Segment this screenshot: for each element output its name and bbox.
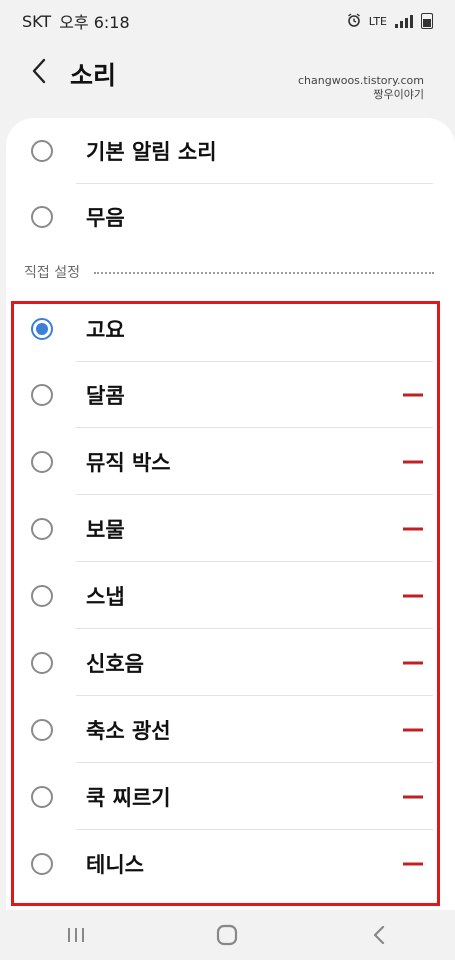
divider (76, 829, 433, 830)
radio-button[interactable] (31, 719, 53, 741)
radio-button-selected[interactable] (31, 318, 53, 340)
sound-list-sheet: 기본 알림 소리 무음 직접 설정 고요 달콤 뮤직 박스 보물 스냅 신호음 … (6, 118, 455, 910)
radio-button[interactable] (31, 140, 53, 162)
watermark-url: changwoos.tistory.com (298, 74, 424, 87)
sound-option-label: 테니스 (86, 853, 144, 877)
remove-icon[interactable] (403, 393, 423, 397)
page-title: 소리 (70, 61, 117, 90)
sound-option-silent[interactable]: 무음 (6, 184, 455, 250)
divider (76, 494, 433, 495)
sound-option-custom[interactable]: 스냅 (6, 563, 455, 629)
radio-button[interactable] (31, 451, 53, 473)
divider (76, 561, 433, 562)
dotted-divider (93, 272, 434, 274)
home-button[interactable] (207, 915, 247, 955)
sound-option-label: 기본 알림 소리 (86, 140, 217, 164)
recent-apps-button[interactable] (56, 915, 96, 955)
back-button[interactable] (25, 57, 53, 85)
chevron-left-icon (374, 925, 385, 945)
clock: 오후 6:18 (59, 13, 130, 32)
sound-option-label: 무음 (86, 206, 125, 230)
remove-icon[interactable] (403, 661, 423, 665)
app-header: 소리 changwoos.tistory.com 짱우이야기 (0, 42, 455, 116)
divider (76, 762, 433, 763)
sound-option-custom[interactable]: 테니스 (6, 831, 455, 897)
section-label: 직접 설정 (24, 265, 80, 281)
sound-option-label: 쿡 찌르기 (86, 786, 171, 810)
sound-option-label: 신호음 (86, 652, 144, 676)
sound-option-custom[interactable]: 뮤직 박스 (6, 429, 455, 495)
recents-icon (67, 928, 84, 942)
navigation-bar (0, 910, 455, 960)
divider (76, 427, 433, 428)
status-bar: SKT 오후 6:18 LTE (0, 0, 455, 42)
sound-option-label: 고요 (86, 318, 125, 342)
sound-option-label: 보물 (86, 518, 125, 542)
nav-back-button[interactable] (359, 915, 399, 955)
remove-icon[interactable] (403, 862, 423, 866)
alarm-icon (347, 12, 361, 30)
remove-icon[interactable] (403, 594, 423, 598)
radio-button[interactable] (31, 206, 53, 228)
sound-option-label: 스냅 (86, 585, 125, 609)
remove-icon[interactable] (403, 460, 423, 464)
watermark: changwoos.tistory.com 짱우이야기 (298, 74, 424, 102)
sound-option-default[interactable]: 기본 알림 소리 (6, 118, 455, 184)
home-icon (217, 924, 238, 946)
radio-button[interactable] (31, 585, 53, 607)
radio-button[interactable] (31, 853, 53, 875)
remove-icon[interactable] (403, 728, 423, 732)
remove-icon[interactable] (403, 795, 423, 799)
radio-button[interactable] (31, 786, 53, 808)
sound-option-custom[interactable]: 쿡 찌르기 (6, 764, 455, 830)
sound-option-label: 달콤 (86, 384, 125, 408)
sound-option-custom[interactable]: 고요 (6, 296, 455, 362)
radio-button[interactable] (31, 384, 53, 406)
sound-option-label: 뮤직 박스 (86, 451, 171, 475)
sound-option-custom[interactable]: 보물 (6, 496, 455, 562)
section-header: 직접 설정 (24, 259, 434, 285)
battery-icon (421, 13, 433, 29)
carrier-label: SKT (22, 11, 52, 31)
sound-option-custom[interactable]: 신호음 (6, 630, 455, 696)
sound-option-label: 축소 광선 (86, 719, 171, 743)
signal-icon (395, 14, 413, 28)
sound-option-custom[interactable]: 달콤 (6, 362, 455, 428)
chevron-left-icon (32, 58, 46, 84)
remove-icon[interactable] (403, 527, 423, 531)
divider (76, 628, 433, 629)
radio-button[interactable] (31, 652, 53, 674)
sound-option-custom[interactable]: 축소 광선 (6, 697, 455, 763)
network-type-label: LTE (368, 14, 387, 28)
radio-button[interactable] (31, 518, 53, 540)
watermark-name: 짱우이야기 (373, 88, 424, 101)
divider (76, 695, 433, 696)
